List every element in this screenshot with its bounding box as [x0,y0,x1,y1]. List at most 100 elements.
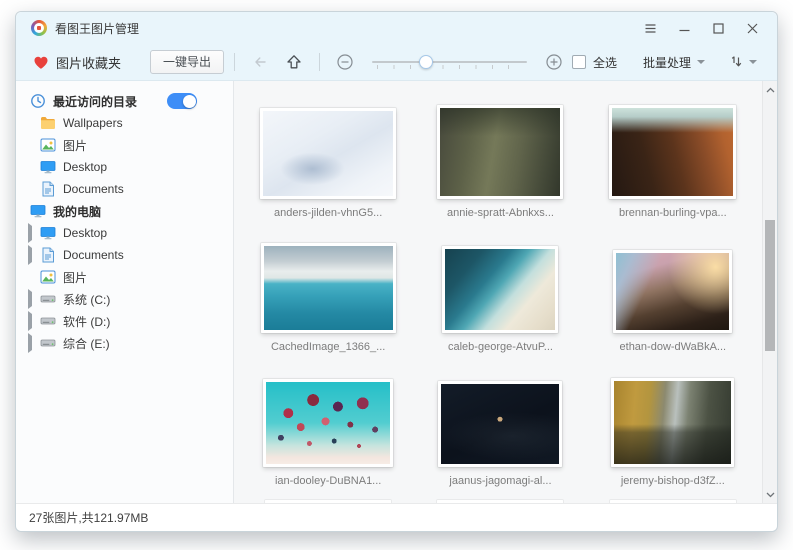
folder-icon [40,115,56,131]
image-thumbnail[interactable] [613,250,732,333]
image-count-summary: 27张图片,共121.97MB [29,509,148,526]
expand-caret-icon[interactable] [28,223,32,243]
gallery-item[interactable]: ian-dooley-DuBNA1... [242,356,414,490]
app-logo-icon [31,20,47,36]
slider-track[interactable] [372,61,527,63]
image-filename: ian-dooley-DuBNA1... [275,475,381,490]
image-thumbnail[interactable] [437,105,563,199]
maximize-icon[interactable] [705,17,731,39]
sidebar-section-recent[interactable]: 最近访问的目录 [16,90,233,112]
image-filename: ethan-dow-dWaBkA... [620,341,727,356]
slider-ticks [377,65,524,69]
batch-process-dropdown[interactable]: 批量处理 [643,54,705,71]
gallery-item[interactable]: jeremy-bishop-d3fZ... [587,356,759,490]
image-thumbnail[interactable] [438,381,562,467]
expand-caret-icon[interactable] [28,333,32,353]
heart-icon [33,55,49,70]
folder-tree-sidebar: 最近访问的目录 Wallpapers 图片 Desktop Documents … [16,81,234,503]
image-filename: anders-jilden-vhnG5... [274,207,382,222]
batch-process-label: 批量处理 [643,54,691,71]
statusbar: 27张图片,共121.97MB [16,503,777,531]
desktop-icon [40,159,56,175]
toolbar-divider [319,53,320,71]
window-title: 看图王图片管理 [55,20,139,37]
select-all-checkbox[interactable] [572,55,586,69]
clock-icon [30,93,46,109]
select-all-label[interactable]: 全选 [593,54,617,71]
expand-caret-icon[interactable] [28,245,32,265]
scrollbar-thumb[interactable] [765,220,775,351]
navigation-zoom-group [251,51,563,73]
image-thumbnail[interactable] [261,243,396,333]
zoom-in-icon[interactable] [545,53,563,71]
selection-tools: 全选 批量处理 [572,54,777,71]
sidebar-folder-item[interactable]: Wallpapers [16,112,233,134]
sidebar-folder-item[interactable]: 图片 [16,134,233,156]
image-thumbnail[interactable] [263,379,393,467]
sidebar-folder-item[interactable]: Desktop [16,222,233,244]
minimize-icon[interactable] [671,17,697,39]
computer-folder-list: Desktop Documents 图片 系统 (C:) 软件 (D:) 综合 … [16,222,233,354]
thumbnail-view: anders-jilden-vhnG5... annie-spratt-Abnk… [234,81,777,503]
back-arrow-icon[interactable] [251,53,269,71]
titlebar[interactable]: 看图王图片管理 [16,12,777,44]
image-filename: annie-spratt-Abnkxs... [447,207,554,222]
image-filename: jaanus-jagomagi-al... [449,475,551,490]
recent-folders-toggle[interactable] [167,93,197,109]
image-thumbnail[interactable] [611,378,734,467]
export-button[interactable]: 一键导出 [150,50,224,74]
sidebar-folder-item[interactable]: Documents [16,244,233,266]
sidebar-folder-item[interactable]: 软件 (D:) [16,310,233,332]
sort-order-dropdown[interactable] [729,55,757,69]
gallery-item[interactable]: ethan-dow-dWaBkA... [587,222,759,356]
chevron-down-icon [749,60,757,64]
image-filename: CachedImage_1366_... [271,341,385,356]
favorites-bar: 图片收藏夹 一键导出 [16,50,234,74]
sidebar-folder-item[interactable]: Desktop [16,156,233,178]
gallery-item[interactable]: CachedImage_1366_... [242,222,414,356]
scroll-down-icon[interactable] [763,487,777,502]
expand-caret-icon[interactable] [28,311,32,331]
image-thumbnail-partial[interactable] [610,500,736,503]
chevron-down-icon [697,60,705,64]
app-window: 看图王图片管理 图片收藏夹 一键导出 [15,11,778,532]
menu-icon[interactable] [637,17,663,39]
drive-icon [40,291,56,307]
sidebar-folder-item[interactable]: 图片 [16,266,233,288]
computer-section-label: 我的电脑 [53,203,101,220]
recent-section-label: 最近访问的目录 [53,93,137,110]
gallery-item[interactable]: annie-spratt-Abnkxs... [414,88,586,222]
scroll-up-icon[interactable] [763,82,777,97]
zoom-out-icon[interactable] [336,53,354,71]
image-thumbnail[interactable] [609,105,736,199]
sidebar-folder-item[interactable]: Documents [16,178,233,200]
close-icon[interactable] [739,17,765,39]
toolbar: 图片收藏夹 一键导出 全选 [16,44,777,81]
window-controls [637,17,765,39]
vertical-scrollbar[interactable] [762,81,777,503]
expand-caret-icon[interactable] [28,289,32,309]
sort-order-icon [729,55,743,69]
drive-icon [40,313,56,329]
partial-next-row [234,500,777,503]
gallery-item[interactable]: caleb-george-AtvuP... [414,222,586,356]
sidebar-section-computer[interactable]: 我的电脑 [16,200,233,222]
pictures-icon [40,137,56,153]
gallery-item[interactable]: brennan-burling-vpa... [587,88,759,222]
thumbnail-size-slider[interactable] [372,51,527,73]
image-thumbnail-partial[interactable] [265,500,391,503]
up-arrow-icon[interactable] [285,53,303,71]
gallery-item[interactable]: anders-jilden-vhnG5... [242,88,414,222]
image-thumbnail[interactable] [260,108,396,199]
desktop-icon [40,225,56,241]
image-thumbnail-partial[interactable] [437,500,563,503]
image-filename: caleb-george-AtvuP... [448,341,553,356]
drive-icon [40,335,56,351]
sidebar-folder-item[interactable]: 系统 (C:) [16,288,233,310]
sidebar-folder-item[interactable]: 综合 (E:) [16,332,233,354]
recent-folder-list: Wallpapers 图片 Desktop Documents [16,112,233,200]
image-thumbnail[interactable] [442,246,558,333]
favorites-label[interactable]: 图片收藏夹 [56,53,121,72]
document-icon [40,181,56,197]
gallery-item[interactable]: jaanus-jagomagi-al... [414,356,586,490]
